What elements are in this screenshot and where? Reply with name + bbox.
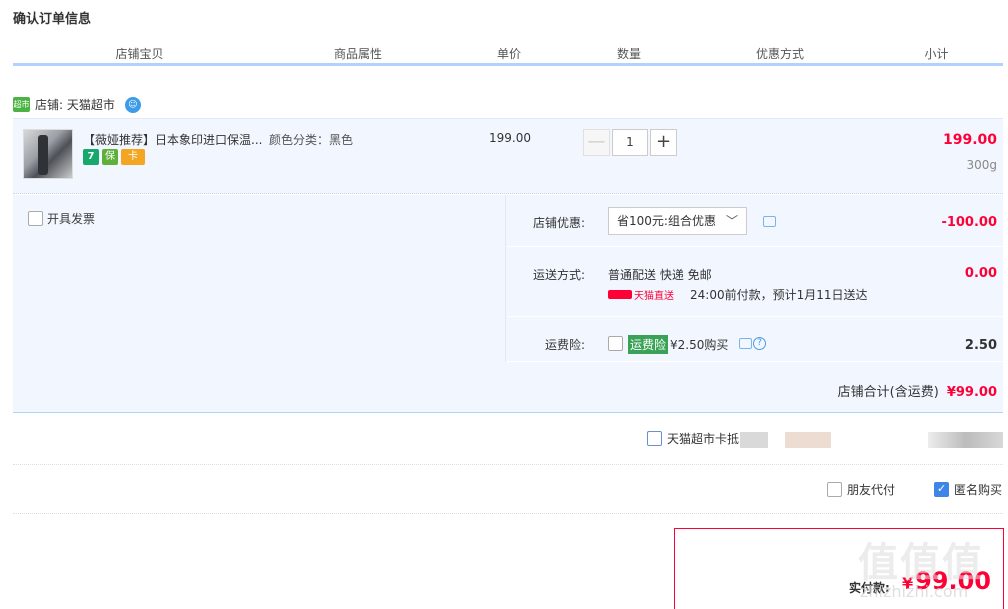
store-discount-select[interactable]: 省100元:组合优惠 ﹀ (608, 207, 747, 235)
blurred-area (928, 432, 1003, 448)
column-header-discount: 优惠方式 (690, 44, 872, 63)
shop-info: 超市 店铺: 天猫超市 ☺ (13, 96, 141, 113)
order-item-row: 【薇娅推荐】日本象印进口保温... 7 保 卡 颜色分类：黑色 199.00 —… (13, 118, 1003, 194)
tmall-direct-label: 天猫直送 (634, 291, 674, 302)
item-subtotal: 199.00 (942, 132, 997, 148)
store-discount-row: 店铺优惠: 省100元:组合优惠 ﹀ -100.00 (507, 195, 1003, 247)
anonymous-checkbox[interactable] (934, 482, 949, 497)
card-payment-icon[interactable]: 卡 (121, 149, 145, 165)
card-payment-label: 天猫超市卡抵 (667, 432, 740, 446)
page-title: 确认订单信息 (13, 12, 92, 27)
column-header-attributes: 商品属性 (268, 44, 450, 63)
invoice-checkbox[interactable] (28, 211, 43, 226)
quantity-input[interactable]: 1 (612, 129, 648, 156)
insurance-tag: 运费险 (628, 335, 669, 354)
payment-options-row: 朋友代付 匿名购买 (13, 465, 1003, 514)
watermark-logo: 值值值 (858, 540, 984, 586)
card-payment-option[interactable]: 天猫超市卡抵 (647, 430, 739, 447)
shipping-eta: 24:00前付款，预计1月11日送达 (690, 288, 868, 302)
invoice-label: 开具发票 (47, 212, 96, 226)
insurance-label: 运费险: (544, 338, 585, 352)
insurance-row: 运费险: 运费险 ¥2.50购买 ? 2.50 (507, 317, 1003, 362)
blurred-area (785, 432, 831, 448)
column-header-subtotal: 小计 (872, 44, 1003, 63)
shop-total-amount: ¥99.00 (946, 385, 997, 400)
service-badges: 7 保 卡 (83, 149, 145, 165)
invoice-panel: 开具发票 (13, 195, 506, 362)
store-discount-label: 店铺优惠: (532, 216, 585, 230)
unit-price: 199.00 (489, 131, 531, 145)
tmall-direct-badge: 天猫直送 (608, 287, 674, 302)
product-attribute: 颜色分类：黑色 (269, 133, 354, 147)
friend-pay-option[interactable]: 朋友代付 (827, 481, 895, 498)
shipping-amount: 0.00 (964, 266, 997, 281)
order-table-header: 店铺宝贝 商品属性 单价 数量 优惠方式 小计 (13, 44, 1003, 66)
guarantee-icon[interactable]: 保 (102, 149, 118, 165)
product-thumbnail[interactable] (23, 129, 73, 179)
quantity-increase-button[interactable]: + (650, 129, 677, 156)
anonymous-option[interactable]: 匿名购买 (934, 481, 1002, 498)
store-discount-amount: -100.00 (941, 215, 997, 230)
product-title[interactable]: 【薇娅推荐】日本象印进口保温... (83, 131, 262, 148)
quantity-decrease-button[interactable]: — (583, 129, 610, 156)
column-header-unit-price: 单价 (450, 44, 570, 63)
insurance-price: ¥2.50购买 (670, 338, 729, 352)
store-discount-selected: 省100元:组合优惠 (617, 214, 716, 228)
chevron-down-icon: ﹀ (725, 214, 738, 228)
card-payment-checkbox[interactable] (647, 431, 662, 446)
seven-day-return-icon[interactable]: 7 (83, 149, 99, 165)
tmall-cat-icon (608, 290, 632, 299)
friend-pay-checkbox[interactable] (827, 482, 842, 497)
shipping-label: 运送方式: (532, 268, 585, 282)
shop-total-label: 店铺合计(含运费) (837, 385, 939, 400)
insurance-checkbox[interactable] (608, 336, 623, 351)
chat-icon[interactable]: ☺ (124, 96, 141, 113)
comment-icon[interactable] (763, 216, 776, 227)
friend-pay-label: 朋友代付 (847, 483, 896, 497)
blurred-area (740, 432, 768, 448)
shipping-row: 运送方式: 普通配送 快递 免邮 天猫直送 24:00前付款，预计1月11日送达… (507, 247, 1003, 317)
shop-total: 店铺合计(含运费) ¥99.00 (838, 381, 997, 400)
column-header-quantity: 数量 (570, 44, 690, 63)
column-header-shop-item: 店铺宝贝 (13, 44, 268, 63)
help-icon[interactable]: ? (753, 337, 766, 350)
order-options: 开具发票 店铺优惠: 省100元:组合优惠 ﹀ -100.00 运送方式: 普通… (13, 195, 1003, 413)
card-payment-row: 天猫超市卡抵 (13, 415, 1003, 465)
insurance-amount: 2.50 (964, 338, 997, 353)
comment-icon[interactable] (739, 338, 752, 349)
quantity-stepper: — 1 + (583, 129, 677, 156)
item-weight: 300g (966, 158, 997, 172)
tmall-supermarket-logo-icon: 超市 (13, 97, 30, 112)
shipping-method: 普通配送 快递 免邮 (608, 268, 712, 282)
anonymous-label: 匿名购买 (954, 483, 1003, 497)
invoice-option[interactable]: 开具发票 (28, 210, 95, 227)
shop-name[interactable]: 店铺: 天猫超市 (35, 96, 115, 113)
watermark-url: zhizhizhi.com (860, 582, 969, 601)
